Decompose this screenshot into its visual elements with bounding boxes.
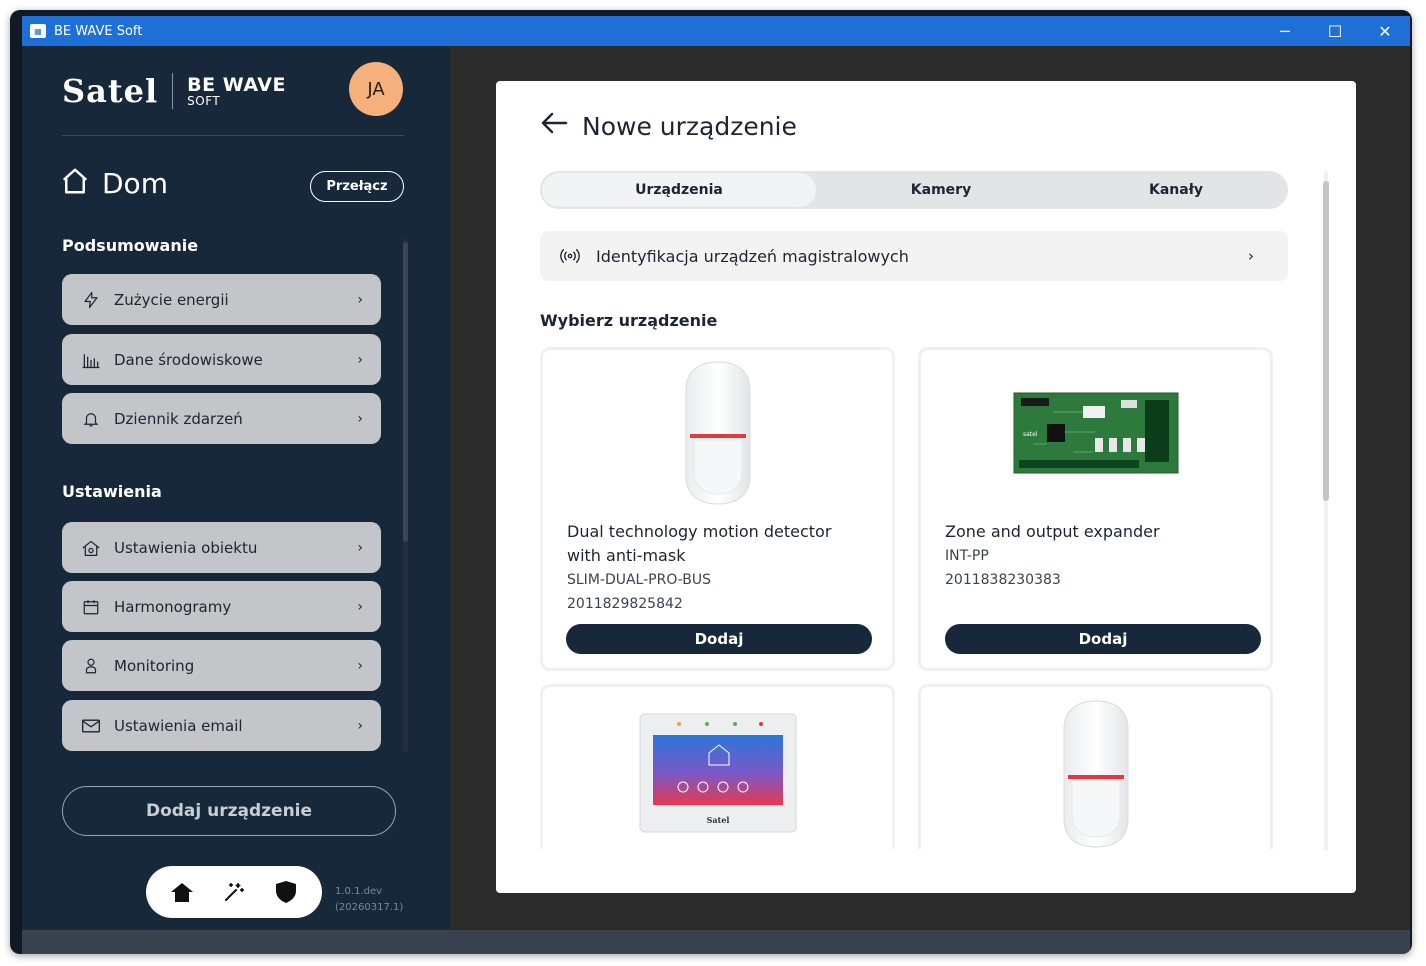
svg-text:satel: satel bbox=[1023, 431, 1038, 438]
device-serial: 2011829825842 bbox=[567, 596, 683, 612]
device-model: SLIM-DUAL-PRO-BUS bbox=[567, 572, 712, 588]
chevron-right-icon: › bbox=[357, 351, 363, 368]
bolt-icon bbox=[80, 289, 102, 311]
menu-item-object-settings[interactable]: Ustawienia obiektu › bbox=[62, 522, 381, 573]
device-card[interactable] bbox=[918, 684, 1273, 849]
chevron-right-icon: › bbox=[1248, 247, 1254, 265]
brand-separator bbox=[172, 73, 174, 109]
new-device-panel: Nowe urządzenie Urządzenia Kamery Kanały… bbox=[496, 81, 1356, 893]
product-name: BE WAVE SOFT bbox=[187, 73, 286, 108]
brand-logo: Satel BE WAVE SOFT bbox=[62, 72, 286, 110]
nav-home-icon[interactable] bbox=[165, 875, 199, 909]
summary-section-title: Podsumowanie bbox=[62, 236, 199, 255]
add-device-card-button[interactable]: Dodaj bbox=[945, 624, 1261, 654]
satel-logo: Satel bbox=[62, 72, 159, 110]
add-device-card-button[interactable]: Dodaj bbox=[566, 624, 872, 654]
add-device-button[interactable]: Dodaj urządzenie bbox=[62, 786, 396, 836]
chevron-right-icon: › bbox=[357, 657, 363, 674]
menu-item-monitoring[interactable]: Monitoring › bbox=[62, 640, 381, 691]
mail-icon bbox=[80, 715, 102, 737]
device-model: INT-PP bbox=[945, 548, 989, 564]
chevron-right-icon: › bbox=[357, 291, 363, 308]
settings-section-title: Ustawienia bbox=[62, 482, 162, 501]
menu-item-schedules[interactable]: Harmonogramy › bbox=[62, 581, 381, 632]
menu-item-label: Dane środowiskowe bbox=[114, 350, 263, 369]
version-number: 1.0.1.dev bbox=[335, 886, 383, 897]
bar-chart-icon bbox=[80, 349, 102, 371]
expander-board-image: satel bbox=[921, 392, 1270, 474]
motion-detector-image bbox=[921, 699, 1270, 849]
menu-item-label: Ustawienia obiektu bbox=[114, 538, 258, 557]
device-card[interactable]: Satel bbox=[540, 684, 895, 849]
device-card[interactable]: satel Zone and output expander INT-PP 20… bbox=[918, 347, 1273, 671]
menu-item-email-settings[interactable]: Ustawienia email › bbox=[62, 700, 381, 751]
device-type-tabs: Urządzenia Kamery Kanały bbox=[540, 171, 1288, 209]
product-name-line2: SOFT bbox=[187, 93, 221, 108]
house-icon bbox=[60, 166, 90, 200]
panel-header: Nowe urządzenie bbox=[540, 111, 797, 141]
menu-item-environment[interactable]: Dane środowiskowe › bbox=[62, 334, 381, 385]
window-bottom-edge bbox=[22, 930, 1410, 954]
nav-magic-wand-icon[interactable] bbox=[217, 875, 251, 909]
user-avatar[interactable]: JA bbox=[349, 62, 403, 116]
version-info: 1.0.1.dev (20260317.1) bbox=[335, 884, 403, 916]
svg-text:Satel: Satel bbox=[706, 815, 729, 825]
menu-item-label: Zużycie energii bbox=[114, 290, 229, 309]
scrollbar-thumb[interactable] bbox=[1323, 181, 1329, 501]
app-icon: ▦ bbox=[30, 24, 46, 38]
header-divider bbox=[62, 135, 404, 136]
panel-scrollbar[interactable] bbox=[1322, 171, 1330, 851]
window-controls: ─ ☐ ✕ bbox=[1260, 16, 1410, 46]
touch-keypad-image: Satel bbox=[543, 713, 892, 833]
device-name: Zone and output expander bbox=[945, 522, 1160, 541]
main-area: Nowe urządzenie Urządzenia Kamery Kanały… bbox=[450, 46, 1410, 930]
close-button[interactable]: ✕ bbox=[1360, 16, 1410, 46]
chevron-right-icon: › bbox=[357, 539, 363, 556]
back-arrow-icon[interactable] bbox=[540, 111, 568, 141]
title-bar: ▦ BE WAVE Soft ─ ☐ ✕ bbox=[22, 16, 1410, 46]
home-header: Dom bbox=[60, 166, 168, 200]
device-serial: 2011838230383 bbox=[945, 572, 1061, 588]
motion-detector-image bbox=[543, 360, 892, 508]
minimize-button[interactable]: ─ bbox=[1260, 16, 1310, 46]
menu-item-label: Ustawienia email bbox=[114, 716, 243, 735]
house-settings-icon bbox=[80, 537, 102, 559]
sidebar-scrollbar[interactable] bbox=[403, 238, 408, 752]
panel-title: Nowe urządzenie bbox=[582, 111, 797, 141]
sidebar-scrollbar-thumb[interactable] bbox=[403, 242, 408, 542]
tab-devices[interactable]: Urządzenia bbox=[542, 173, 816, 207]
bottom-nav bbox=[146, 866, 322, 918]
chevron-right-icon: › bbox=[357, 410, 363, 427]
menu-item-label: Dziennik zdarzeń bbox=[114, 409, 243, 428]
menu-item-label: Harmonogramy bbox=[114, 597, 232, 616]
sidebar: Satel BE WAVE SOFT JA Dom Przełącz Podsu… bbox=[22, 46, 450, 930]
broadcast-icon bbox=[560, 248, 580, 264]
device-name: Dual technology motion detector with ant… bbox=[567, 522, 832, 565]
chevron-right-icon: › bbox=[357, 717, 363, 734]
window-title: BE WAVE Soft bbox=[54, 23, 143, 39]
app-window: ▦ BE WAVE Soft ─ ☐ ✕ Satel BE WAVE SOFT … bbox=[10, 10, 1412, 954]
tab-cameras[interactable]: Kamery bbox=[816, 173, 1066, 207]
bus-identification-label: Identyfikacja urządzeń magistralowych bbox=[596, 246, 909, 266]
device-card[interactable]: Dual technology motion detector with ant… bbox=[540, 347, 895, 671]
version-build: (20260317.1) bbox=[335, 902, 404, 913]
nav-shield-icon[interactable] bbox=[269, 875, 303, 909]
pick-device-title: Wybierz urządzenie bbox=[540, 311, 718, 330]
chevron-right-icon: › bbox=[357, 598, 363, 615]
switch-button[interactable]: Przełącz bbox=[310, 171, 404, 202]
person-icon bbox=[80, 655, 102, 677]
tab-channels[interactable]: Kanały bbox=[1066, 173, 1286, 207]
menu-item-label: Monitoring bbox=[114, 656, 195, 675]
menu-item-energy[interactable]: Zużycie energii › bbox=[62, 274, 381, 325]
product-name-line1: BE WAVE bbox=[187, 73, 286, 96]
menu-item-events[interactable]: Dziennik zdarzeń › bbox=[62, 393, 381, 444]
bell-icon bbox=[80, 408, 102, 430]
bus-identification-row[interactable]: Identyfikacja urządzeń magistralowych › bbox=[540, 231, 1288, 281]
calendar-icon bbox=[80, 596, 102, 618]
maximize-button[interactable]: ☐ bbox=[1310, 16, 1360, 46]
home-title: Dom bbox=[102, 166, 168, 200]
